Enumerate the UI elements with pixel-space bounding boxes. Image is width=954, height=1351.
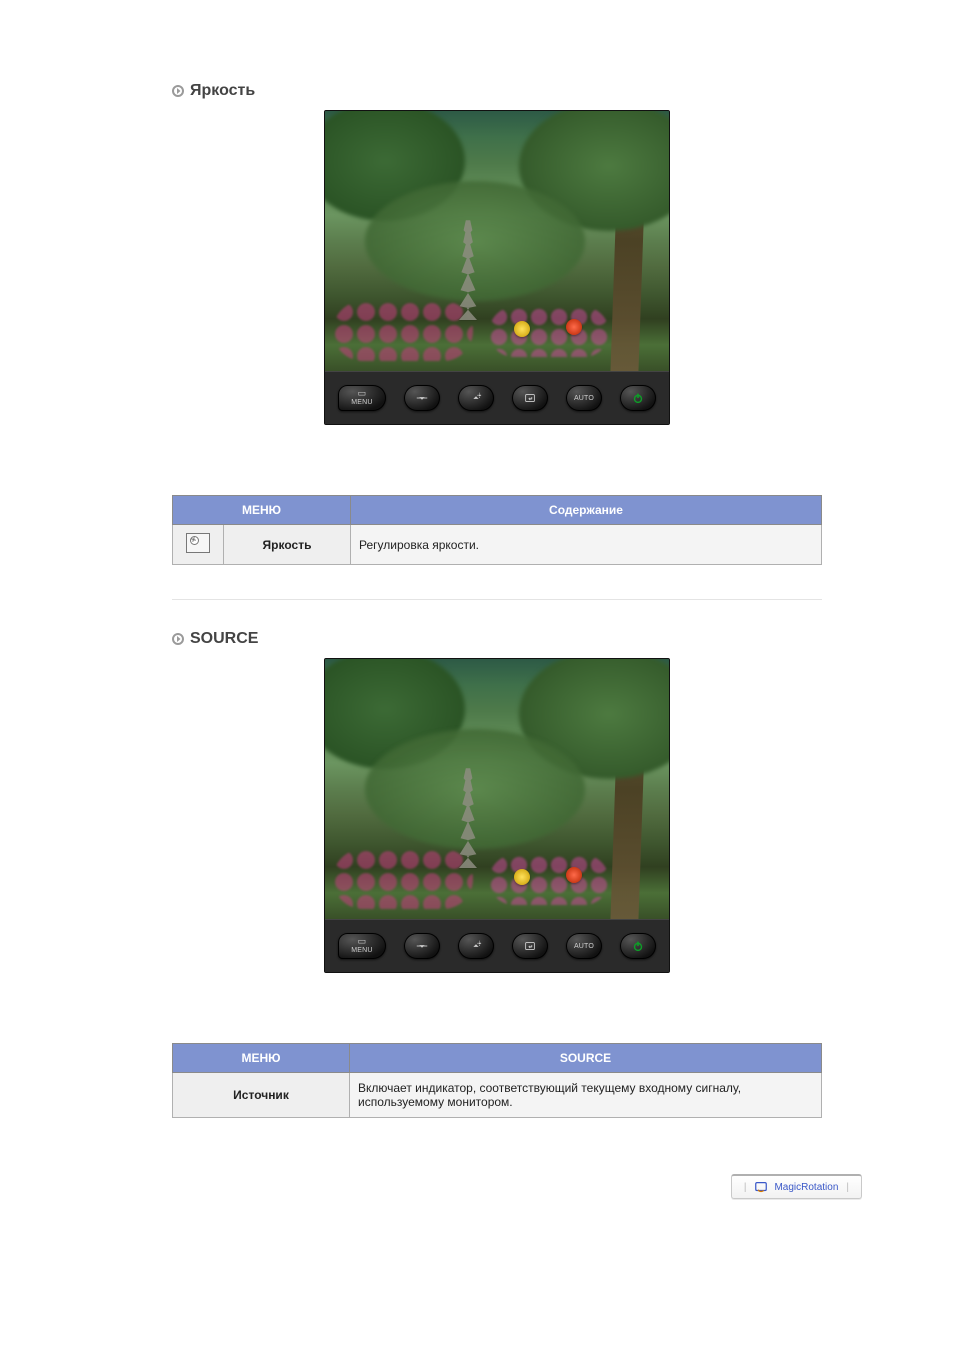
source-row-label: Источник [173,1073,350,1118]
heading-source: SOURCE [190,630,258,648]
up-brightness-button-icon [458,385,494,411]
brightness-content-header: Содержание [351,496,822,525]
auto-button-icon: AUTO [566,933,602,959]
monitor-button-bar: ▭MENU AUTO [325,371,669,424]
menu-button-icon: ▭MENU [338,933,386,959]
down-button-icon [404,385,440,411]
brightness-osd-icon-cell [173,525,224,565]
footer-links: | MagicRotation | [0,1174,954,1199]
source-row-desc: Включает индикатор, соответствующий теку… [350,1073,822,1118]
up-brightness-button-icon [458,933,494,959]
bullet-icon [172,85,184,97]
monitor-button-bar: ▭MENU AUTO [325,919,669,972]
menu-button-icon: ▭MENU [338,385,386,411]
monitor-illustration-source: ▭MENU AUTO [172,658,822,973]
monitor-illustration-brightness: ▭MENU AUTO [172,110,822,425]
down-button-icon [404,933,440,959]
brightness-osd-icon [186,533,210,553]
table-row: Источник Включает индикатор, соответству… [173,1073,822,1118]
brightness-menu-header: МЕНЮ [173,496,351,525]
source-table: МЕНЮ SOURCE Источник Включает индикатор,… [172,1043,822,1118]
section-heading-source: SOURCE [172,630,822,648]
table-row: Яркость Регулировка яркости. [173,525,822,565]
brightness-table: МЕНЮ Содержание Яркость Регулировка ярко… [172,495,822,565]
magic-rotation-label: MagicRotation [774,1182,838,1193]
section-heading-brightness: Яркость [172,82,822,100]
monitor-screen [325,111,669,371]
auto-button-icon: AUTO [566,385,602,411]
brightness-row-label: Яркость [224,525,351,565]
magic-rotation-icon [754,1180,768,1194]
source-content-header: SOURCE [350,1044,822,1073]
enter-button-icon [512,933,548,959]
heading-brightness: Яркость [190,82,255,100]
bullet-icon [172,633,184,645]
power-button-icon [620,385,656,411]
section-divider [172,599,822,600]
magic-rotation-link[interactable]: | MagicRotation | [731,1174,862,1199]
chip-sep-icon: | [844,1182,851,1193]
brightness-row-desc: Регулировка яркости. [351,525,822,565]
enter-button-icon [512,385,548,411]
power-button-icon [620,933,656,959]
source-menu-header: МЕНЮ [173,1044,350,1073]
chip-sep-icon: | [742,1182,749,1193]
monitor-screen [325,659,669,919]
